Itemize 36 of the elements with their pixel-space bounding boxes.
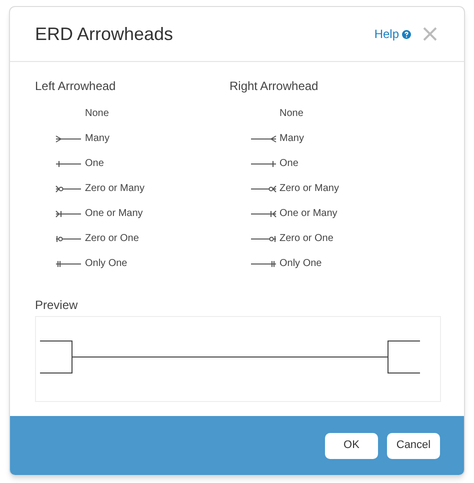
arrowhead-option[interactable]: Only One <box>230 251 322 276</box>
preview-label: Preview <box>35 297 79 314</box>
column-heading: Left Arrowhead <box>35 78 117 95</box>
column-heading: Right Arrowhead <box>230 78 320 95</box>
arrowhead-option[interactable]: One <box>230 151 298 176</box>
arrowhead-option[interactable]: Many <box>230 126 304 151</box>
zero-many-connector-icon <box>250 184 276 194</box>
arrowhead-option[interactable]: Zero or One <box>35 226 139 251</box>
arrowhead-option[interactable]: One or Many <box>230 201 338 226</box>
arrowhead-option[interactable]: None <box>230 101 304 126</box>
arrowhead-option[interactable]: None <box>35 101 109 126</box>
many-connector-icon <box>250 134 276 144</box>
ok-button[interactable]: OK <box>325 432 378 458</box>
zero-one-connector-icon <box>55 234 82 244</box>
dialog-title: ERD Arrowheads <box>35 22 174 46</box>
arrowhead-option[interactable]: Many <box>35 126 110 151</box>
help-icon <box>402 30 411 38</box>
zero-one-connector-icon <box>250 234 276 244</box>
many-connector-icon <box>55 134 82 144</box>
close-button[interactable] <box>423 26 439 42</box>
one-connector-icon <box>250 158 276 168</box>
arrowhead-option[interactable]: One or Many <box>35 201 143 226</box>
only-one-connector-icon <box>250 258 276 268</box>
arrowhead-option[interactable]: Only One <box>35 251 128 276</box>
arrowhead-option[interactable]: Zero or Many <box>35 176 144 201</box>
one-many-connector-icon <box>250 208 276 218</box>
cancel-button[interactable]: Cancel <box>387 432 440 458</box>
only-one-connector-icon <box>55 258 82 268</box>
zero-many-connector-icon <box>55 184 82 194</box>
one-connector-icon <box>55 158 82 168</box>
arrowhead-option[interactable]: Zero or One <box>230 226 334 251</box>
one-many-connector-icon <box>55 208 82 218</box>
close-icon <box>423 27 437 41</box>
arrowhead-option[interactable]: Zero or Many <box>230 176 339 201</box>
arrowhead-option[interactable]: One <box>35 151 104 176</box>
help-link[interactable]: Help <box>374 25 411 43</box>
